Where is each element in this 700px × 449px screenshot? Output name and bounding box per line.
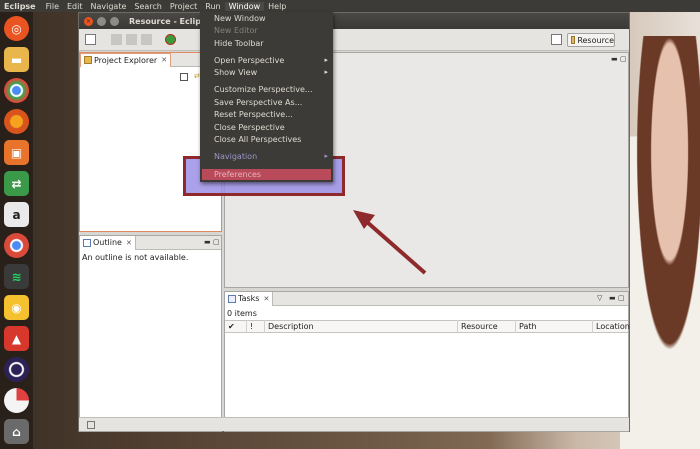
amazon-icon[interactable]: a — [4, 202, 29, 227]
menu-item-new-window[interactable]: New Window — [214, 14, 266, 23]
software-center-icon[interactable]: ▣ — [4, 140, 29, 165]
tasks-tab-label: Tasks — [238, 294, 260, 303]
menu-item-new-editor[interactable]: New Editor — [214, 26, 258, 35]
firefox-icon[interactable] — [4, 109, 29, 134]
resource-perspective-button[interactable]: Resource — [567, 33, 615, 47]
submenu-arrow-icon: ▸ — [324, 56, 328, 64]
view-menu-icon[interactable]: ▽ — [597, 294, 602, 302]
submenu-arrow-icon: ▸ — [324, 152, 328, 160]
minimize-icon[interactable]: ▬ — [609, 294, 616, 302]
menu-item-save-perspective-as[interactable]: Save Perspective As... — [214, 98, 302, 107]
dropdown-icon[interactable] — [99, 34, 110, 45]
outline-message: An outline is not available. — [82, 253, 189, 262]
chrome-icon[interactable] — [4, 78, 29, 103]
top-panel: Eclipse File Edit Navigate Search Projec… — [0, 0, 700, 12]
minimize-icon[interactable]: ▬ — [611, 55, 618, 63]
window-menu-dropdown: New Window New Editor Hide Toolbar Open … — [200, 12, 333, 182]
tasks-icon — [228, 294, 236, 303]
title-bar: ✕ Resource - Eclipse Pla — [79, 13, 629, 29]
tasks-tab-strip: Tasks ✕ — [225, 291, 628, 306]
open-perspective-icon[interactable] — [551, 34, 562, 45]
collapse-all-icon[interactable] — [180, 73, 188, 81]
perspective-label: Resource — [577, 35, 614, 45]
submenu-arrow-icon: ▸ — [324, 68, 328, 76]
column-resource[interactable]: Resource — [458, 320, 516, 333]
menu-navigate[interactable]: Navigate — [87, 2, 131, 11]
settings-icon[interactable]: ⇄ — [4, 171, 29, 196]
column-path[interactable]: Path — [516, 320, 593, 333]
menu-file[interactable]: File — [42, 2, 63, 11]
print-icon[interactable] — [141, 34, 152, 45]
minimize-icon[interactable]: ▬ — [204, 238, 211, 246]
idea-icon[interactable]: ◉ — [4, 295, 29, 320]
files-icon[interactable]: ▬ — [4, 47, 29, 72]
outline-tab-strip: Outline ✕ — [80, 235, 221, 250]
column-priority[interactable]: ! — [247, 320, 265, 333]
tab-project-explorer[interactable]: Project Explorer ✕ — [80, 52, 172, 67]
menu-item-open-perspective[interactable]: Open Perspective — [214, 56, 284, 65]
maximize-window-button[interactable] — [110, 16, 119, 26]
main-toolbar: Resource — [79, 29, 629, 51]
column-location[interactable]: Location — [593, 320, 630, 333]
maximize-icon[interactable]: ▢ — [213, 238, 220, 246]
minimize-window-button[interactable] — [97, 16, 106, 26]
outline-panel: Outline ✕ ▬ ▢ An outline is not availabl… — [79, 235, 222, 432]
close-tab-icon[interactable]: ✕ — [126, 239, 132, 247]
folder-icon — [84, 56, 92, 64]
wallpaper-photo — [620, 36, 700, 449]
status-icon[interactable] — [87, 421, 95, 429]
menu-item-close-all-perspectives[interactable]: Close All Perspectives — [214, 135, 301, 144]
trash-icon[interactable]: ⌂ — [4, 419, 29, 444]
link-editor-icon[interactable]: ⇄ — [194, 72, 200, 80]
menu-item-reset-perspective[interactable]: Reset Perspective... — [214, 110, 293, 119]
run-icon[interactable] — [165, 34, 176, 45]
save-icon[interactable] — [111, 34, 122, 45]
project-explorer-tab-label: Project Explorer — [94, 55, 158, 65]
menu-item-preferences[interactable]: Preferences — [214, 170, 261, 179]
tasks-count: 0 items — [227, 309, 257, 318]
outline-tab-label: Outline — [93, 238, 122, 247]
menu-item-hide-toolbar[interactable]: Hide Toolbar — [214, 39, 264, 48]
eclipse-window: ✕ Resource - Eclipse Pla Resource Projec… — [78, 12, 630, 432]
ubuntu-dash-icon[interactable]: ◎ — [4, 16, 29, 41]
menu-window[interactable]: Window — [224, 1, 265, 11]
tasks-table-header: ✔ ! Description Resource Path Location — [225, 320, 630, 333]
menu-project[interactable]: Project — [166, 2, 201, 11]
column-completed[interactable]: ✔ — [225, 320, 247, 333]
close-tab-icon[interactable]: ✕ — [263, 295, 269, 303]
app-icon[interactable]: ▲ — [4, 326, 29, 351]
pie-icon[interactable] — [4, 388, 29, 413]
tasks-panel: Tasks ✕ ▽ ▬ ▢ 0 items ✔ ! Description Re… — [224, 291, 630, 432]
menu-help[interactable]: Help — [264, 2, 290, 11]
close-window-button[interactable]: ✕ — [84, 16, 93, 26]
eclipse-icon[interactable] — [4, 357, 29, 382]
maximize-icon[interactable]: ▢ — [618, 294, 625, 302]
app-name: Eclipse — [4, 1, 36, 11]
tab-tasks[interactable]: Tasks ✕ — [225, 291, 274, 306]
close-tab-icon[interactable]: ✕ — [161, 56, 167, 64]
maximize-icon[interactable]: ▢ — [620, 55, 627, 63]
chromium-icon[interactable] — [4, 233, 29, 258]
resource-perspective-icon — [571, 36, 576, 44]
column-description[interactable]: Description — [265, 320, 458, 333]
status-bar — [79, 417, 629, 431]
launcher: ◎ ▬ ▣ ⇄ a ≋ ◉ ▲ ⌂ — [0, 12, 33, 449]
menu-item-navigation[interactable]: Navigation — [214, 152, 257, 161]
tab-outline[interactable]: Outline ✕ — [80, 235, 136, 250]
outline-icon — [83, 238, 91, 247]
save-all-icon[interactable] — [126, 34, 137, 45]
menu-edit[interactable]: Edit — [63, 2, 87, 11]
menu-run[interactable]: Run — [201, 2, 224, 11]
spotify-icon[interactable]: ≋ — [4, 264, 29, 289]
menu-search[interactable]: Search — [130, 2, 165, 11]
menu-item-customize-perspective[interactable]: Customize Perspective... — [214, 85, 313, 94]
menu-item-close-perspective[interactable]: Close Perspective — [214, 123, 285, 132]
new-icon[interactable] — [85, 34, 96, 45]
menu-item-show-view[interactable]: Show View — [214, 68, 257, 77]
